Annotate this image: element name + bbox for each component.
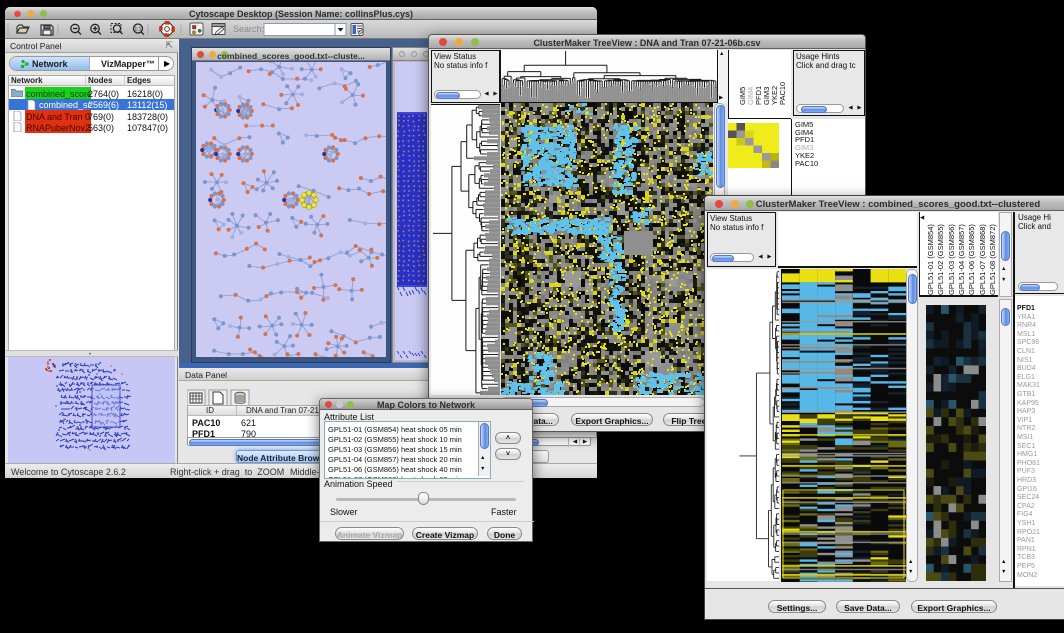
svg-text:1:1: 1:1 xyxy=(135,27,142,33)
svg-text:Search:: Search: xyxy=(233,24,264,34)
